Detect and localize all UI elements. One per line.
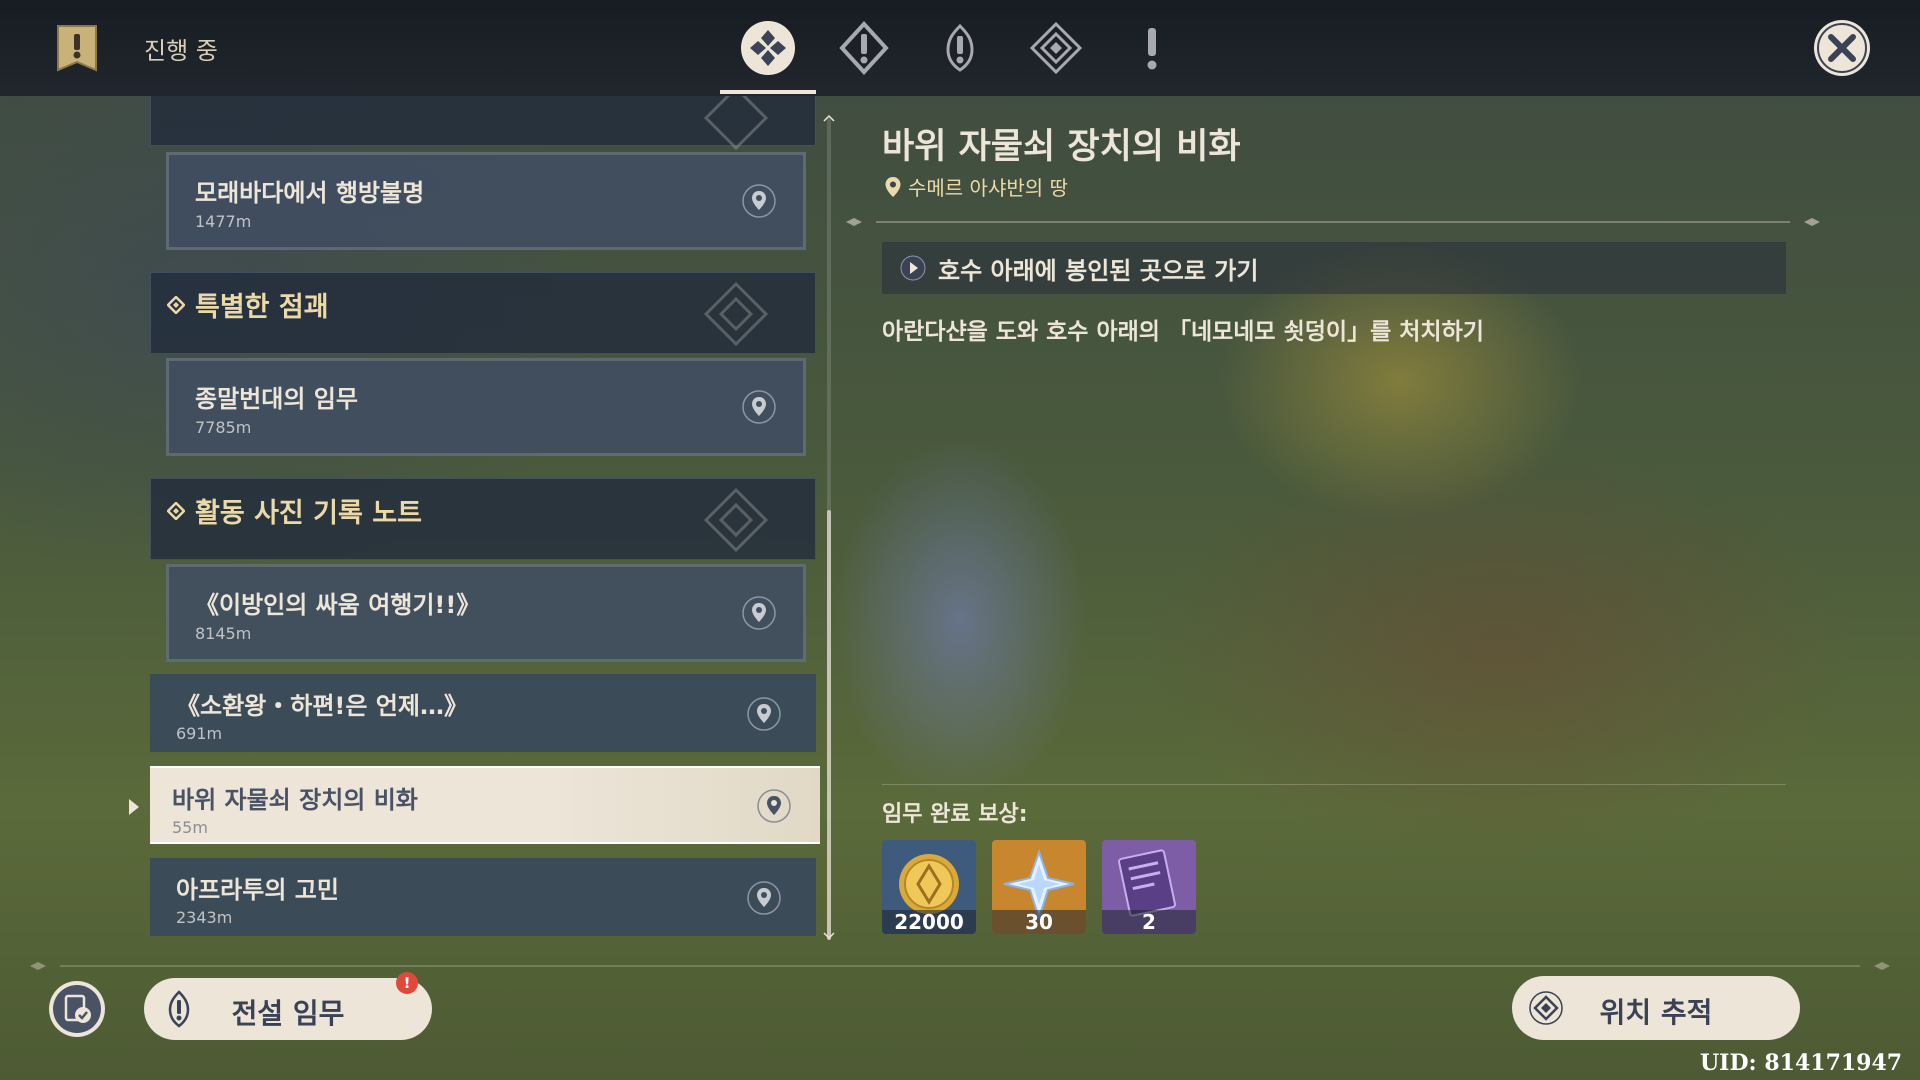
track-location-label: 위치 추적 bbox=[1599, 996, 1713, 1029]
quest-location: 수메르 아샤반의 땅 bbox=[884, 172, 1068, 201]
quest-description: 아란다샨을 도와 호수 아래의 「네모네모 쇳덩이」를 처치하기 bbox=[882, 319, 1484, 345]
reward-count: 30 bbox=[992, 910, 1086, 934]
group-emblem-icon bbox=[703, 281, 769, 347]
quest-name: 바위 자물쇠 장치의 비화 bbox=[172, 786, 418, 814]
quest-list: 모래바다에서 행방불명 1477m 특별한 점괘 종말번대의 임무 7785m … bbox=[150, 96, 820, 936]
objective-text: 호수 아래에 봉인된 곳으로 가기 bbox=[938, 256, 1259, 285]
tab-commission-quests[interactable] bbox=[1104, 0, 1200, 96]
map-pin-icon[interactable] bbox=[741, 183, 777, 219]
legend-quest-label: 전설 임무 bbox=[231, 997, 345, 1030]
page-title: 진행 중 bbox=[144, 37, 218, 65]
story-quest-icon bbox=[946, 23, 974, 72]
reward-count: 22000 bbox=[882, 910, 976, 934]
track-location-button[interactable]: 위치 추적 bbox=[1512, 976, 1800, 1040]
quest-distance: 55m bbox=[172, 818, 208, 837]
reward-item[interactable]: 30 bbox=[992, 840, 1086, 934]
tab-story-quests[interactable] bbox=[912, 0, 1008, 96]
group-header[interactable]: 활동 사진 기록 노트 bbox=[150, 478, 816, 560]
quest-distance: 691m bbox=[176, 724, 223, 743]
tab-archon-quests[interactable] bbox=[816, 0, 912, 96]
quest-distance: 1477m bbox=[195, 212, 252, 231]
uid-label: UID: 814171947 bbox=[1700, 1050, 1903, 1076]
diamond-icon bbox=[167, 295, 185, 314]
all-quests-icon bbox=[741, 21, 795, 75]
quest-type-tabs bbox=[720, 0, 1200, 96]
list-item[interactable]: 종말번대의 임무 7785m bbox=[166, 358, 806, 456]
list-item[interactable]: 《소환왕・하편!은 언제…》 691m bbox=[150, 674, 816, 752]
location-pin-icon bbox=[885, 176, 901, 197]
quest-distance: 8145m bbox=[195, 624, 252, 643]
reward-count: 2 bbox=[1102, 910, 1196, 934]
group-header-partial[interactable] bbox=[150, 96, 816, 151]
close-icon[interactable] bbox=[1812, 18, 1872, 78]
reward-label: 임무 완료 보상: bbox=[882, 802, 1028, 827]
scroll-down-icon[interactable] bbox=[823, 932, 835, 940]
map-pin-icon[interactable] bbox=[741, 389, 777, 425]
group-header[interactable]: 특별한 점괘 bbox=[150, 272, 816, 354]
commission-quest-icon bbox=[1147, 28, 1157, 70]
archon-quest-icon bbox=[839, 21, 889, 75]
location-text: 수메르 아샤반의 땅 bbox=[908, 176, 1068, 200]
divider bbox=[882, 784, 1786, 785]
reward-item[interactable]: 2 bbox=[1102, 840, 1196, 934]
quest-objective: 호수 아래에 봉인된 곳으로 가기 bbox=[882, 242, 1786, 294]
quest-history-icon[interactable] bbox=[48, 980, 106, 1038]
world-quest-icon bbox=[1029, 21, 1083, 75]
divider bbox=[30, 962, 1890, 970]
map-pin-icon[interactable] bbox=[756, 788, 792, 824]
scroll-thumb[interactable] bbox=[827, 510, 831, 940]
quest-detail-title: 바위 자물쇠 장치의 비화 bbox=[882, 127, 1241, 167]
legend-quest-button[interactable]: 전설 임무 ! bbox=[144, 972, 432, 1040]
map-pin-icon[interactable] bbox=[746, 696, 782, 732]
group-emblem-icon bbox=[703, 96, 769, 151]
list-item[interactable]: 《이방인의 싸움 여행기!!》 8145m bbox=[166, 564, 806, 662]
map-pin-icon[interactable] bbox=[741, 595, 777, 631]
list-item[interactable]: 아프라투의 고민 2343m bbox=[150, 858, 816, 936]
quest-name: 《이방인의 싸움 여행기!!》 bbox=[195, 591, 481, 619]
objective-play-icon bbox=[900, 255, 926, 281]
quest-book-icon[interactable] bbox=[54, 24, 100, 74]
selected-indicator-icon bbox=[129, 799, 139, 815]
reward-item[interactable]: 22000 bbox=[882, 840, 976, 934]
tab-world-quests[interactable] bbox=[1008, 0, 1104, 96]
scroll-up-icon[interactable] bbox=[823, 114, 835, 122]
quest-name: 종말번대의 임무 bbox=[195, 385, 358, 413]
list-item[interactable]: 모래바다에서 행방불명 1477m bbox=[166, 152, 806, 250]
quest-distance: 7785m bbox=[195, 418, 252, 437]
tab-all-quests[interactable] bbox=[720, 0, 816, 96]
group-emblem-icon bbox=[703, 487, 769, 553]
quest-name: 《소환왕・하편!은 언제…》 bbox=[176, 692, 468, 720]
quest-distance: 2343m bbox=[176, 908, 233, 927]
group-title: 활동 사진 기록 노트 bbox=[195, 498, 422, 529]
top-bar: 진행 중 bbox=[0, 0, 1920, 96]
list-item-selected[interactable]: 바위 자물쇠 장치의 비화 55m bbox=[150, 766, 820, 844]
divider bbox=[846, 218, 1820, 226]
map-pin-icon[interactable] bbox=[746, 880, 782, 916]
notification-badge: ! bbox=[396, 972, 418, 994]
quest-name: 모래바다에서 행방불명 bbox=[195, 179, 425, 207]
quest-name: 아프라투의 고민 bbox=[176, 876, 339, 904]
group-title: 특별한 점괘 bbox=[195, 292, 329, 323]
diamond-icon bbox=[167, 501, 185, 520]
reward-list: 22000 30 2 bbox=[882, 840, 1196, 934]
